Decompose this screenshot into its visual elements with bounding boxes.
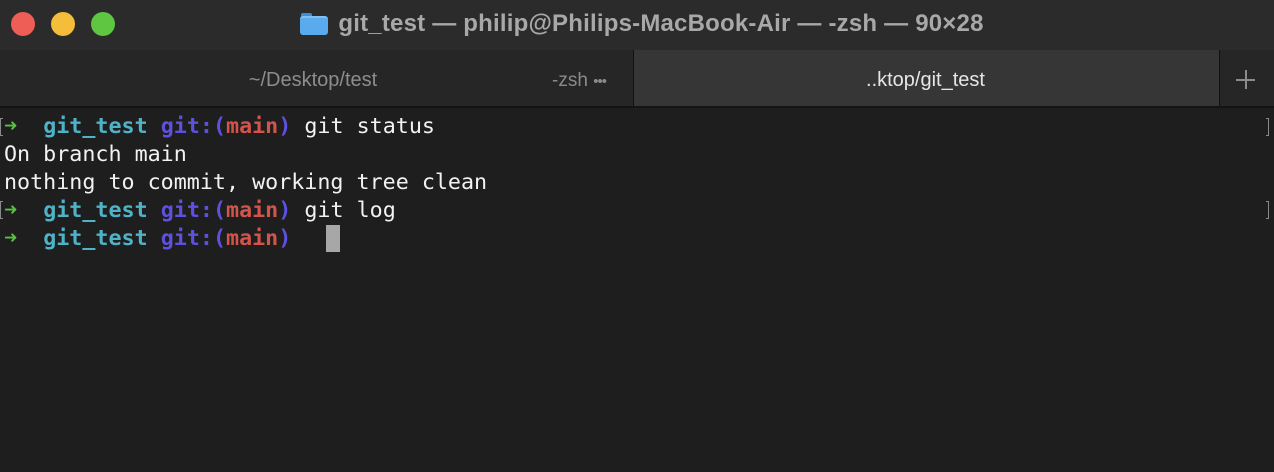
prompt-branch: main <box>226 198 279 223</box>
prompt-git-label: git:( <box>160 198 227 223</box>
plus-icon-stroke <box>1245 70 1247 89</box>
line-mark-right <box>1266 118 1269 136</box>
prompt-dir: git_test <box>43 226 148 251</box>
output-line: On branch main <box>4 142 187 167</box>
folder-icon <box>300 13 329 35</box>
prompt-git-close: ) <box>278 114 292 139</box>
prompt-git-close: ) <box>278 198 292 223</box>
command-text: git status <box>304 114 435 139</box>
prompt-line: ➜ git_test git:(main) git log <box>4 197 396 225</box>
new-tab-button[interactable] <box>1220 50 1274 106</box>
prompt-dir: git_test <box>43 198 148 223</box>
prompt-branch: main <box>226 114 279 139</box>
prompt-arrow-icon: ➜ <box>4 198 18 223</box>
prompt-arrow-icon: ➜ <box>4 226 18 251</box>
prompt-git-label: git:( <box>160 226 227 251</box>
window-title: git_test — philip@Philips-MacBook-Air — … <box>338 10 984 37</box>
text-cursor <box>326 225 340 252</box>
tab-bar: ~/Desktop/test -zsh ••• ..ktop/git_test <box>0 50 1274 108</box>
prompt-git-label: git:( <box>160 114 227 139</box>
terminal-window: git_test — philip@Philips-MacBook-Air — … <box>0 0 1274 472</box>
tab-process-name: -zsh <box>552 70 588 91</box>
prompt-git-close: ) <box>278 226 292 251</box>
line-mark-right <box>1266 201 1269 219</box>
prompt-branch: main <box>226 226 279 251</box>
title-bar[interactable]: git_test — philip@Philips-MacBook-Air — … <box>0 0 1274 50</box>
prompt-line: ➜ git_test git:(main) git status <box>4 113 435 141</box>
tab-label: ~/Desktop/test <box>248 69 378 91</box>
tab-git-test[interactable]: ..ktop/git_test <box>634 50 1219 106</box>
prompt-line: ➜ git_test git:(main) <box>4 225 291 253</box>
more-icon: ••• <box>593 73 607 90</box>
prompt-dir: git_test <box>43 114 148 139</box>
tab-label: ..ktop/git_test <box>866 69 985 91</box>
line-mark-left <box>0 118 3 136</box>
command-text: git log <box>304 198 396 223</box>
tab-process: -zsh ••• <box>552 50 607 106</box>
window-title-group: git_test — philip@Philips-MacBook-Air — … <box>0 0 1274 48</box>
line-mark-left <box>0 201 3 219</box>
output-line: nothing to commit, working tree clean <box>4 170 488 195</box>
terminal-content[interactable]: ➜ git_test git:(main) git status On bran… <box>0 112 1274 472</box>
tab-desktop-test[interactable]: ~/Desktop/test -zsh ••• <box>0 50 633 106</box>
prompt-arrow-icon: ➜ <box>4 114 18 139</box>
